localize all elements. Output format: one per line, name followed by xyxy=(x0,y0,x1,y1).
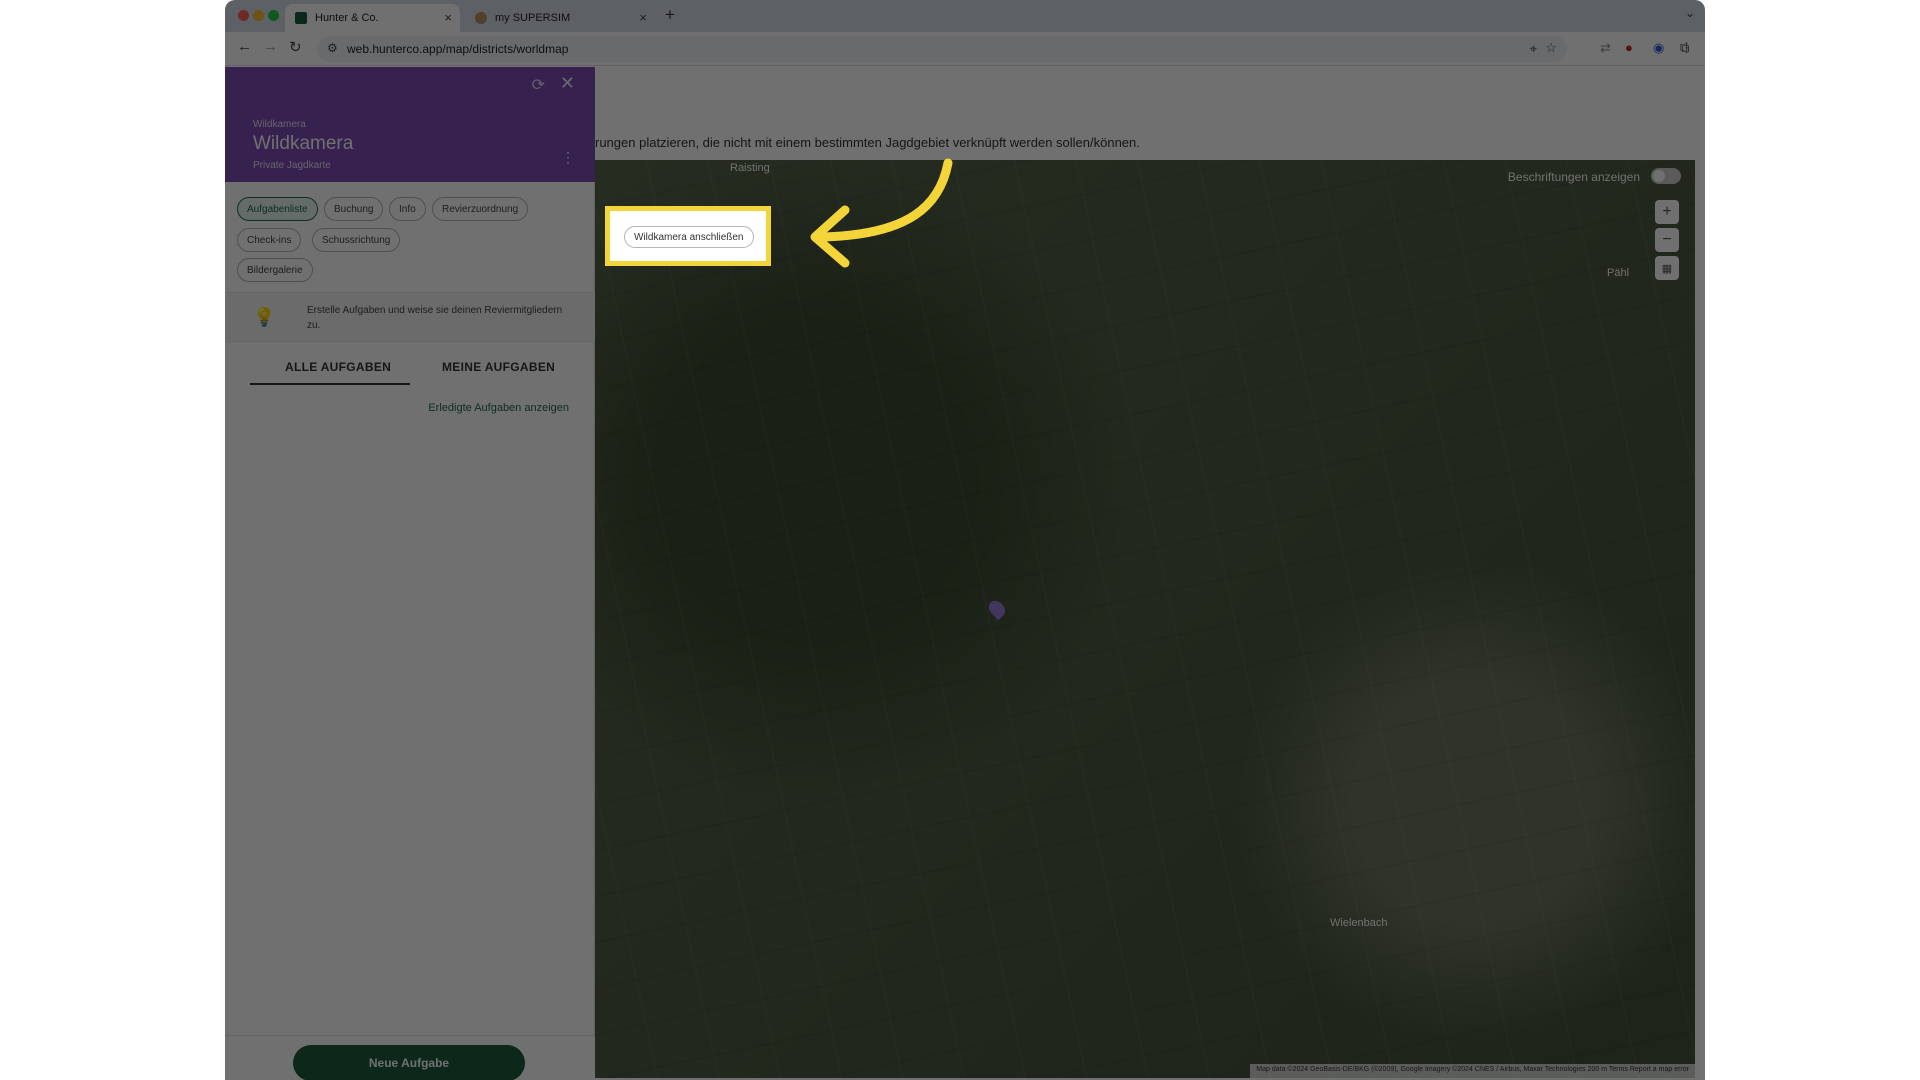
map-place-label: Raisting xyxy=(730,162,770,174)
translate-icon[interactable]: ⇄ xyxy=(1600,40,1611,56)
connect-camera-chip[interactable]: Wildkamera anschließen xyxy=(624,226,754,248)
refresh-icon[interactable]: ⟳ xyxy=(532,75,545,95)
satellite-map[interactable]: Beschriftungen anzeigen + − ▦ Raisting P… xyxy=(595,160,1695,1078)
labels-toggle-switch[interactable] xyxy=(1651,168,1681,184)
back-arrow-icon[interactable]: ← xyxy=(237,38,252,55)
zoom-window-button[interactable] xyxy=(268,10,279,21)
tab-bar: Hunter & Co. × my SUPERSIM × + ⌄ xyxy=(225,0,1705,32)
chip-buchung[interactable]: Buchung xyxy=(324,197,384,221)
hint-box: 💡 Erstelle Aufgaben und weise sie deinen… xyxy=(225,292,595,342)
site-settings-icon[interactable]: ⚙ xyxy=(327,41,338,55)
labels-toggle-label: Beschriftungen anzeigen xyxy=(1507,170,1640,184)
zoom-in-button[interactable]: + xyxy=(1655,200,1679,224)
location-pin-icon[interactable]: ⌖ xyxy=(1530,41,1537,57)
extension-red-icon[interactable]: ● xyxy=(1625,40,1633,55)
panel-caption: Private Jagdkarte xyxy=(253,160,331,171)
tab-alle-aufgaben[interactable]: ALLE AUFGABEN xyxy=(285,360,391,374)
panel-title: Wildkamera xyxy=(253,133,354,154)
tab-meine-aufgaben[interactable]: MEINE AUFGABEN xyxy=(442,360,555,374)
chip-check-ins[interactable]: Check-ins xyxy=(237,228,302,252)
browser-menu-icon[interactable]: ⋮ xyxy=(1680,40,1693,56)
browser-tab-supersim[interactable]: my SUPERSIM × xyxy=(465,4,655,32)
page-description: rungen platzieren, die nicht mit einem b… xyxy=(595,135,1140,150)
chip-bildergalerie[interactable]: Bildergalerie xyxy=(237,258,313,282)
close-window-button[interactable] xyxy=(238,10,249,21)
hint-text: Erstelle Aufgaben und weise sie deinen R… xyxy=(307,305,563,331)
chip-info[interactable]: Info xyxy=(389,197,426,221)
show-completed-link[interactable]: Erledigte Aufgaben anzeigen xyxy=(428,402,569,414)
browser-tab-hunter[interactable]: Hunter & Co. × xyxy=(285,4,460,32)
zoom-out-button[interactable]: − xyxy=(1655,228,1679,252)
active-tab-indicator xyxy=(250,383,410,385)
panel-footer: Neue Aufgabe xyxy=(225,1035,595,1080)
panel-header: ⟳ ✕ Wildkamera Wildkamera Private Jagdka… xyxy=(225,67,595,182)
browser-toolbar: ← → ↻ ⚙ web.hunterco.app/map/districts/w… xyxy=(225,32,1705,66)
new-task-button[interactable]: Neue Aufgabe xyxy=(293,1045,525,1080)
pointer-arrow-icon xyxy=(810,158,953,268)
tab-title: Hunter & Co. xyxy=(315,12,379,24)
address-bar[interactable]: ⚙ web.hunterco.app/map/districts/worldma… xyxy=(317,36,1567,62)
hunter-favicon-icon xyxy=(295,12,307,24)
panel-subtitle: Wildkamera xyxy=(253,119,306,130)
close-tab-icon[interactable]: × xyxy=(444,10,452,25)
new-tab-button[interactable]: + xyxy=(665,5,675,25)
lightbulb-icon: 💡 xyxy=(253,307,276,327)
supersim-favicon-icon xyxy=(475,12,487,24)
reload-icon[interactable]: ↻ xyxy=(289,38,302,56)
chip-schussrichtung[interactable]: Schussrichtung xyxy=(312,228,401,252)
chip-aufgabenliste[interactable]: Aufgabenliste xyxy=(237,197,318,221)
extension-blue-icon[interactable]: ◉ xyxy=(1653,40,1664,56)
bookmark-star-icon[interactable]: ☆ xyxy=(1545,40,1557,56)
forward-arrow-icon[interactable]: → xyxy=(263,38,278,55)
page-content: rungen platzieren, die nicht mit einem b… xyxy=(225,67,1705,1080)
url-text: web.hunterco.app/map/districts/worldmap xyxy=(347,42,569,56)
map-place-label: Pähl xyxy=(1607,267,1630,279)
close-icon[interactable]: ✕ xyxy=(560,73,575,94)
minimize-window-button[interactable] xyxy=(253,10,264,21)
map-imagery xyxy=(595,160,1695,1078)
close-tab-icon[interactable]: × xyxy=(639,10,647,25)
tab-title: my SUPERSIM xyxy=(495,12,571,24)
wildkamera-panel: ⟳ ✕ Wildkamera Wildkamera Private Jagdka… xyxy=(225,67,595,1080)
map-layers-icon[interactable]: ▦ xyxy=(1655,256,1679,280)
browser-window: Hunter & Co. × my SUPERSIM × + ⌄ ← → ↻ ⚙… xyxy=(225,0,1705,1080)
tab-search-icon[interactable]: ⌄ xyxy=(1685,6,1695,20)
map-attribution: Map data ©2024 GeoBasis-DE/BKG (©2009), … xyxy=(1250,1064,1695,1078)
map-place-label: Wielenbach xyxy=(1330,917,1388,929)
chip-revierzuordnung[interactable]: Revierzuordnung xyxy=(432,197,529,221)
more-options-icon[interactable]: ⋮ xyxy=(561,149,575,166)
highlight-frame: Wildkamera anschließen xyxy=(605,206,771,266)
